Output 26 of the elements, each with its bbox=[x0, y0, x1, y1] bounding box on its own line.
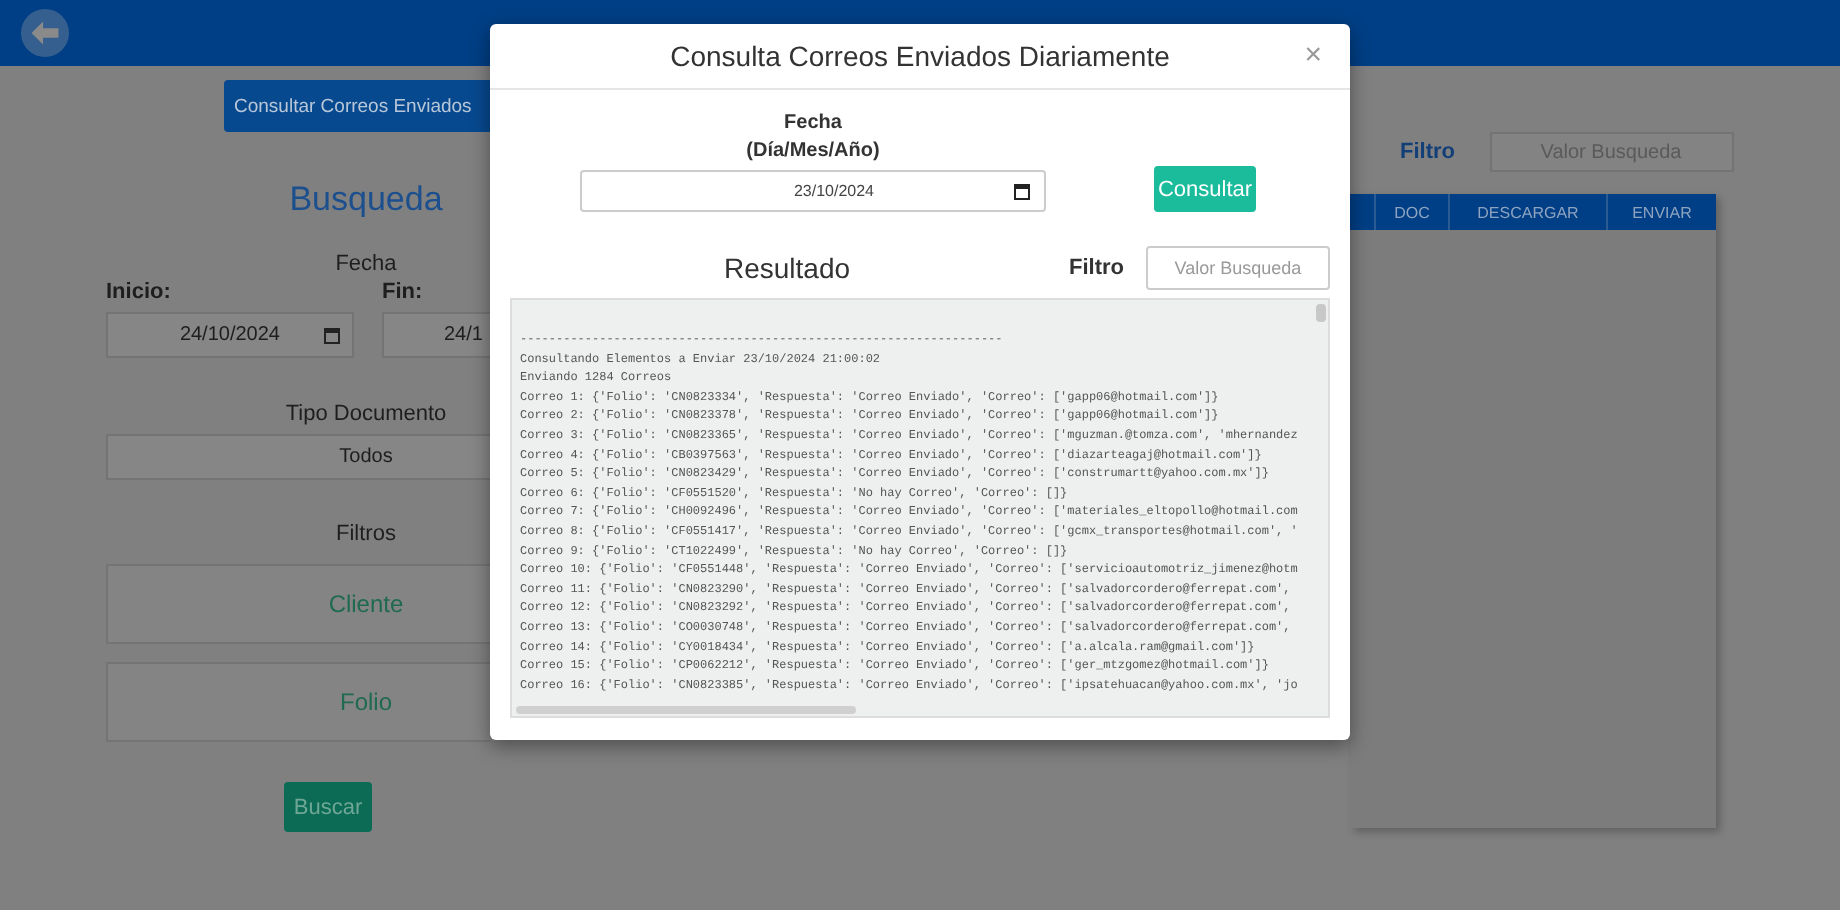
result-heading: Resultado bbox=[724, 252, 853, 284]
filters-label: Filtros bbox=[336, 522, 396, 546]
document-type-label: Tipo Documento bbox=[285, 402, 447, 426]
end-date-field[interactable]: 24/1 bbox=[382, 312, 490, 358]
date-label: Fecha bbox=[784, 110, 842, 138]
column-header: DOC bbox=[1376, 194, 1450, 230]
document-type-select[interactable]: Todos bbox=[106, 434, 490, 480]
search-title: Busqueda bbox=[289, 180, 443, 220]
date-field[interactable]: 23/10/2024 bbox=[580, 170, 1046, 212]
search-button[interactable]: Buscar bbox=[284, 782, 372, 832]
column-header: ENVIAR bbox=[1630, 201, 1694, 225]
filter-input[interactable]: Valor Busqueda bbox=[1146, 246, 1330, 290]
filter-label: Filtro bbox=[1400, 140, 1455, 164]
scrollbar-thumb[interactable] bbox=[1316, 304, 1326, 322]
filter-label: Filtro bbox=[1069, 256, 1124, 280]
column-header: DESCARGAR bbox=[1450, 194, 1608, 230]
consult-button[interactable]: Consultar bbox=[1154, 166, 1256, 212]
close-button[interactable]: × bbox=[1304, 40, 1322, 70]
consult-sent-emails-button[interactable]: Consultar Correos Enviados bbox=[224, 80, 490, 132]
end-label: Fin: bbox=[382, 280, 425, 304]
date-format-hint: (Día/Mes/Año) bbox=[746, 138, 880, 166]
date-label: Fecha bbox=[335, 252, 397, 276]
start-label: Inicio: bbox=[106, 280, 173, 304]
modal-title: Consulta Correos Enviados Diariamente bbox=[670, 40, 1170, 72]
calendar-icon[interactable] bbox=[1014, 183, 1030, 199]
start-date-field[interactable]: 24/10/2024 bbox=[106, 312, 354, 358]
